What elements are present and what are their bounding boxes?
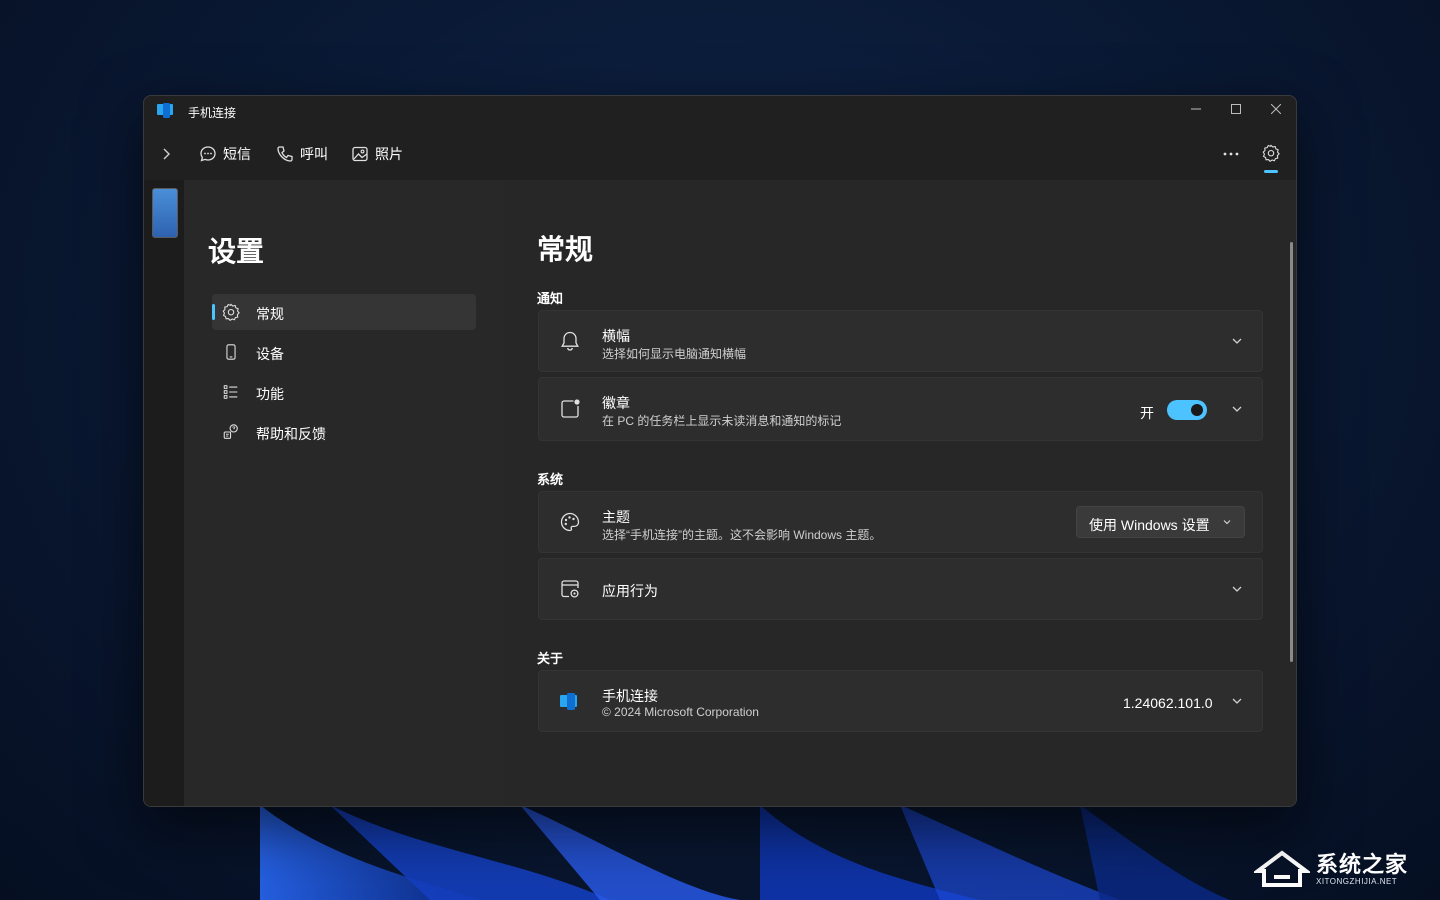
photo-icon xyxy=(352,146,368,162)
settings-content: 常规 通知 横幅 选择如何显示电脑通知横幅 徽章 在 PC 的任务栏上显示未读消… xyxy=(505,180,1296,806)
list-icon xyxy=(223,385,238,399)
chevron-right-icon xyxy=(163,148,170,160)
house-logo-icon xyxy=(1254,850,1310,887)
app-version: 1.24062.101.0 xyxy=(1123,695,1213,711)
mobile-device-icon xyxy=(226,344,236,360)
page-title: 常规 xyxy=(537,234,594,265)
phone-icon xyxy=(277,146,293,162)
badge-setting-card[interactable]: 徽章 在 PC 的任务栏上显示未读消息和通知的标记 开 xyxy=(538,377,1263,441)
settings-sidebar: 设置 常规 设备 功能 帮助和反馈 xyxy=(184,180,505,806)
section-title-system: 系统 xyxy=(537,472,564,487)
sidebar-item-label: 常规 xyxy=(256,306,284,322)
chat-icon xyxy=(200,146,216,162)
phone-link-logo-icon xyxy=(157,103,173,118)
device-rail xyxy=(144,180,184,806)
theme-title: 主题 xyxy=(602,509,630,525)
close-button[interactable] xyxy=(1256,96,1296,122)
sidebar-item-help-feedback[interactable]: 帮助和反馈 xyxy=(212,414,476,450)
badge-title: 徽章 xyxy=(602,395,630,411)
more-icon xyxy=(1223,152,1239,156)
watermark-subtext: XITONGZHIJIA.NET xyxy=(1316,876,1398,886)
title-bar: 手机连接 xyxy=(144,96,1296,126)
tab-calls[interactable]: 呼叫 xyxy=(276,143,328,165)
sidebar-item-general[interactable]: 常规 xyxy=(212,294,476,330)
theme-setting-card: 主题 选择“手机连接”的主题。这不会影响 Windows 主题。 使用 Wind… xyxy=(538,491,1263,553)
app-settings-icon xyxy=(561,580,579,598)
minimize-icon xyxy=(1191,108,1201,110)
tab-photos[interactable]: 照片 xyxy=(351,143,403,165)
maximize-icon xyxy=(1231,104,1241,114)
phone-thumbnail[interactable] xyxy=(152,188,178,238)
theme-dropdown-value: 使用 Windows 设置 xyxy=(1089,517,1210,533)
chevron-down-icon xyxy=(1223,520,1231,525)
app-behavior-setting-card[interactable]: 应用行为 xyxy=(538,558,1263,620)
about-card[interactable]: 手机连接 © 2024 Microsoft Corporation 1.2406… xyxy=(538,670,1263,732)
phone-link-logo-icon xyxy=(560,693,577,710)
help-feedback-icon xyxy=(223,424,238,439)
about-app-name: 手机连接 xyxy=(602,688,658,704)
section-title-about: 关于 xyxy=(537,651,564,666)
app-window: 手机连接 短信 呼叫 照片 设置 常规 设备 功能 帮助和反馈 常规 通知 横幅… xyxy=(143,95,1297,807)
sidebar-item-label: 帮助和反馈 xyxy=(256,426,326,442)
badge-toggle[interactable] xyxy=(1167,400,1207,420)
chevron-down-icon[interactable] xyxy=(1229,581,1245,597)
top-nav-bar: 短信 呼叫 照片 xyxy=(144,132,1296,176)
section-title-notifications: 通知 xyxy=(537,291,564,306)
sidebar-item-devices[interactable]: 设备 xyxy=(212,334,476,370)
more-options-button[interactable] xyxy=(1218,142,1244,166)
toggle-knob xyxy=(1191,404,1203,416)
watermark: 系统之家 XITONGZHIJIA.NET xyxy=(1254,846,1430,892)
sidebar-title: 设置 xyxy=(208,236,265,267)
content-scrollbar[interactable] xyxy=(1290,242,1293,662)
theme-subtitle: 选择“手机连接”的主题。这不会影响 Windows 主题。 xyxy=(602,528,882,542)
settings-active-indicator xyxy=(1264,170,1278,173)
banner-setting-card[interactable]: 横幅 选择如何显示电脑通知横幅 xyxy=(538,310,1263,372)
settings-button[interactable] xyxy=(1258,140,1284,166)
tab-messages-label: 短信 xyxy=(223,146,251,162)
tab-calls-label: 呼叫 xyxy=(300,146,328,162)
sidebar-item-label: 功能 xyxy=(256,386,284,402)
tab-messages[interactable]: 短信 xyxy=(199,143,251,165)
gear-icon xyxy=(1262,144,1280,162)
sidebar-item-features[interactable]: 功能 xyxy=(212,374,476,410)
badge-subtitle: 在 PC 的任务栏上显示未读消息和通知的标记 xyxy=(602,414,842,428)
banner-subtitle: 选择如何显示电脑通知横幅 xyxy=(602,347,747,361)
bell-icon xyxy=(561,331,579,351)
app-behavior-title: 应用行为 xyxy=(602,583,658,599)
badge-icon xyxy=(561,399,580,418)
tab-photos-label: 照片 xyxy=(375,146,403,162)
chevron-down-icon[interactable] xyxy=(1229,401,1245,417)
banner-title: 横幅 xyxy=(602,328,630,344)
about-copyright: © 2024 Microsoft Corporation xyxy=(602,705,759,719)
close-icon xyxy=(1271,104,1281,114)
badge-toggle-label: 开 xyxy=(1140,405,1154,421)
watermark-text: 系统之家 xyxy=(1316,851,1409,877)
chevron-down-icon[interactable] xyxy=(1229,333,1245,349)
sidebar-item-label: 设备 xyxy=(256,346,284,362)
palette-icon xyxy=(560,512,580,532)
minimize-button[interactable] xyxy=(1176,96,1216,122)
maximize-button[interactable] xyxy=(1216,96,1256,122)
theme-dropdown[interactable]: 使用 Windows 设置 xyxy=(1076,506,1245,538)
active-indicator xyxy=(212,304,215,320)
gear-icon xyxy=(222,303,240,321)
window-title: 手机连接 xyxy=(188,106,237,120)
expand-pane-button[interactable] xyxy=(154,142,178,166)
chevron-down-icon[interactable] xyxy=(1229,693,1245,709)
